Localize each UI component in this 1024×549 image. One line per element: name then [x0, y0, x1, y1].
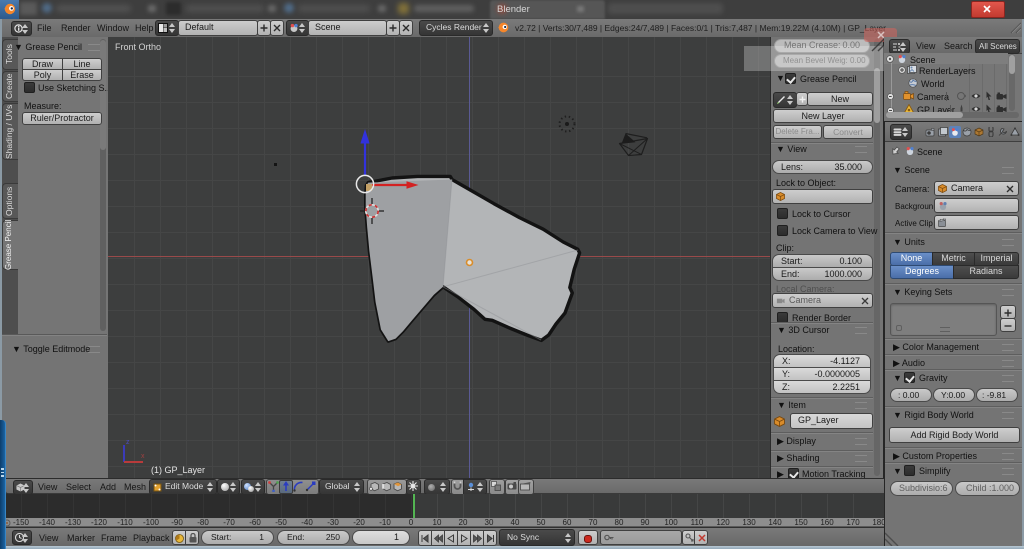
- svg-text:z: z: [126, 439, 130, 446]
- svg-text:x: x: [141, 453, 145, 460]
